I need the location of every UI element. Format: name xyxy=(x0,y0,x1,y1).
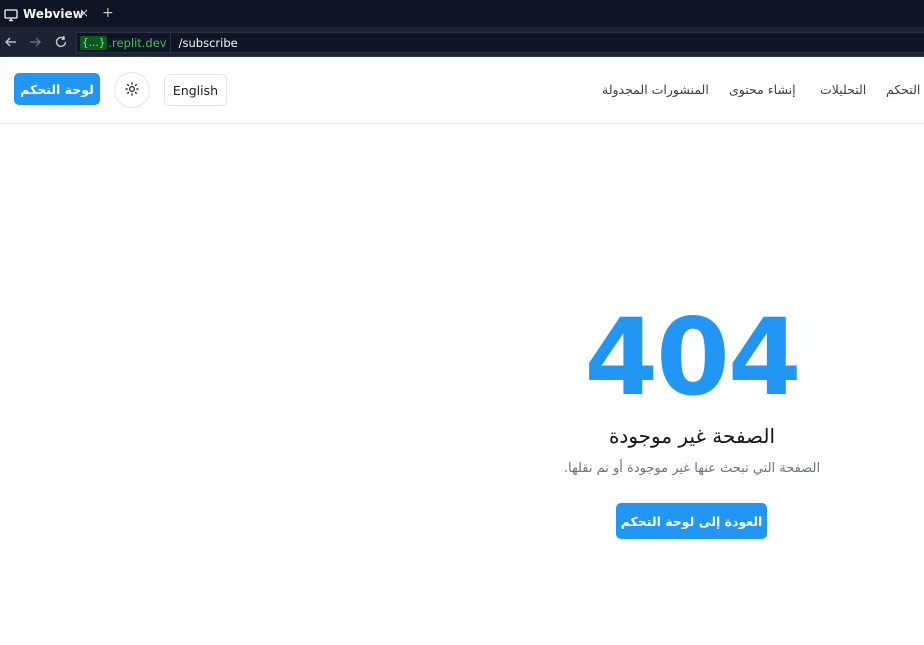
error-title: الصفحة غير موجودة xyxy=(608,424,776,448)
monitor-icon xyxy=(4,7,18,21)
browser-tab[interactable]: Webview × xyxy=(0,0,96,27)
reload-icon[interactable] xyxy=(53,34,69,50)
app-header: لوحة التحكم English المنشورات المجدولة إ… xyxy=(0,58,924,124)
nav-scheduled-posts[interactable]: المنشورات المجدولة xyxy=(602,82,709,97)
new-tab-icon[interactable]: + xyxy=(102,5,114,21)
nav-create-content[interactable]: إنشاء محتوى xyxy=(729,82,796,97)
language-button[interactable]: English xyxy=(164,74,227,106)
back-to-dashboard-button[interactable]: العودة إلى لوحة التحكم xyxy=(616,503,767,539)
browser-url-bar: {...} .replit.dev /subscribe xyxy=(0,27,924,57)
url-path[interactable]: /subscribe xyxy=(171,36,238,50)
url-host-suffix: .replit.dev xyxy=(108,35,167,50)
browser-tab-bar: Webview × + xyxy=(0,0,924,27)
close-icon[interactable]: × xyxy=(79,6,89,20)
arrow-left-icon[interactable] xyxy=(3,34,19,50)
url-badge: {...} xyxy=(80,35,108,50)
nav-dashboard[interactable]: التحكم xyxy=(886,82,920,97)
tab-title: Webview xyxy=(23,6,84,21)
url-field[interactable]: {...} .replit.dev /subscribe xyxy=(76,32,924,53)
arrow-right-icon[interactable] xyxy=(27,34,43,50)
sun-icon xyxy=(125,81,139,100)
url-host: {...} .replit.dev xyxy=(77,33,171,52)
error-description: الصفحة التي تبحث عنها غير موجودة أو تم ن… xyxy=(563,461,821,476)
error-code: 404 xyxy=(584,296,801,419)
dashboard-button[interactable]: لوحة التحكم xyxy=(14,73,100,105)
theme-toggle-button[interactable] xyxy=(114,72,150,108)
nav-analytics[interactable]: التحليلات xyxy=(820,82,866,97)
